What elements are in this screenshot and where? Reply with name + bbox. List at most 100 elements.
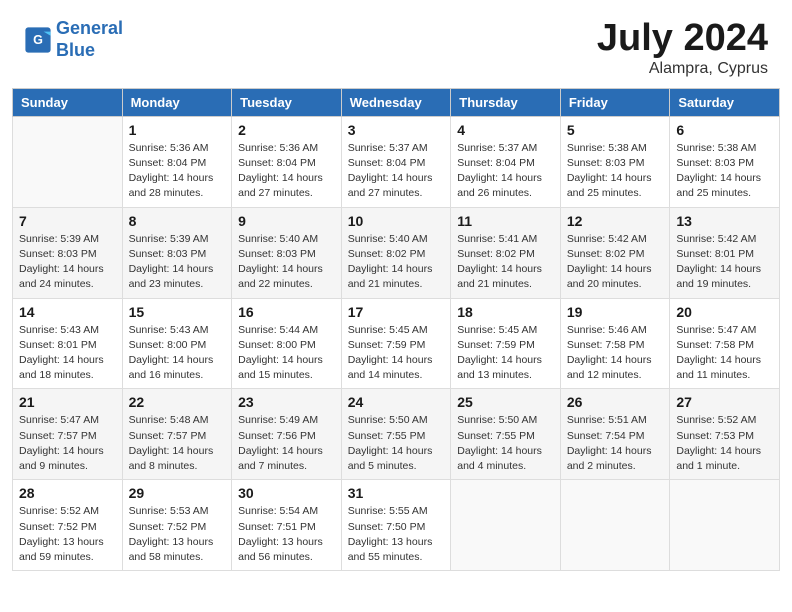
calendar-cell: [451, 480, 561, 571]
calendar-cell: 28Sunrise: 5:52 AM Sunset: 7:52 PM Dayli…: [13, 480, 123, 571]
day-number: 27: [676, 394, 773, 410]
day-info: Sunrise: 5:53 AM Sunset: 7:52 PM Dayligh…: [129, 504, 226, 565]
calendar-cell: 20Sunrise: 5:47 AM Sunset: 7:58 PM Dayli…: [670, 298, 780, 389]
day-number: 12: [567, 213, 664, 229]
calendar-header-monday: Monday: [122, 88, 232, 116]
day-number: 29: [129, 485, 226, 501]
calendar-cell: 29 Sunrise: 5:53 AM Sunset: 7:52 PM Dayli…: [122, 480, 232, 571]
calendar-cell: 7 Sunrise: 5:39 AM Sunset: 8:03 PM Daylig…: [13, 207, 123, 298]
day-number: 3: [348, 122, 445, 138]
day-info: Sunrise: 5:44 AM Sunset: 8:00 PM Dayligh…: [238, 323, 335, 384]
calendar-cell: 5 Sunrise: 5:38 AM Sunset: 8:03 PM Daylig…: [560, 116, 670, 207]
calendar-cell: 24 Sunrise: 5:50 AM Sunset: 7:55 PM Dayli…: [341, 389, 451, 480]
day-number: 11: [457, 213, 554, 229]
calendar-cell: 6 Sunrise: 5:38 AM Sunset: 8:03 PM Daylig…: [670, 116, 780, 207]
day-info: Sunrise: 5:39 AM Sunset: 8:03 PM Dayligh…: [19, 232, 116, 293]
day-number: 14: [19, 304, 116, 320]
day-info: Sunrise: 5:42 AM Sunset: 8:02 PM Dayligh…: [567, 232, 664, 293]
week-row-2: 7 Sunrise: 5:39 AM Sunset: 8:03 PM Daylig…: [13, 207, 780, 298]
calendar-cell: 22 Sunrise: 5:48 AM Sunset: 7:57 PM Dayli…: [122, 389, 232, 480]
day-number: 24: [348, 394, 445, 410]
calendar-table: SundayMondayTuesdayWednesdayThursdayFrid…: [12, 88, 780, 571]
calendar-header-wednesday: Wednesday: [341, 88, 451, 116]
calendar-cell: 13Sunrise: 5:42 AM Sunset: 8:01 PM Dayli…: [670, 207, 780, 298]
day-info: Sunrise: 5:39 AM Sunset: 8:03 PM Dayligh…: [129, 232, 226, 293]
calendar-cell: 11Sunrise: 5:41 AM Sunset: 8:02 PM Dayli…: [451, 207, 561, 298]
day-number: 9: [238, 213, 335, 229]
day-number: 13: [676, 213, 773, 229]
day-number: 23: [238, 394, 335, 410]
day-number: 15: [129, 304, 226, 320]
day-number: 16: [238, 304, 335, 320]
calendar-cell: 4Sunrise: 5:37 AM Sunset: 8:04 PM Daylig…: [451, 116, 561, 207]
day-info: Sunrise: 5:51 AM Sunset: 7:54 PM Dayligh…: [567, 413, 664, 474]
day-info: Sunrise: 5:46 AM Sunset: 7:58 PM Dayligh…: [567, 323, 664, 384]
calendar-cell: 18 Sunrise: 5:45 AM Sunset: 7:59 PM Dayli…: [451, 298, 561, 389]
calendar-cell: 23 Sunrise: 5:49 AM Sunset: 7:56 PM Dayli…: [232, 389, 342, 480]
day-number: 25: [457, 394, 554, 410]
calendar-cell: 3 Sunrise: 5:37 AM Sunset: 8:04 PM Daylig…: [341, 116, 451, 207]
day-info: Sunrise: 5:50 AM Sunset: 7:55 PM Dayligh…: [457, 413, 554, 474]
day-info: Sunrise: 5:48 AM Sunset: 7:57 PM Dayligh…: [129, 413, 226, 474]
day-info: Sunrise: 5:45 AM Sunset: 7:59 PM Dayligh…: [457, 323, 554, 384]
calendar-cell: 9Sunrise: 5:40 AM Sunset: 8:03 PM Daylig…: [232, 207, 342, 298]
day-info: Sunrise: 5:43 AM Sunset: 8:00 PM Dayligh…: [129, 323, 226, 384]
day-info: Sunrise: 5:37 AM Sunset: 8:04 PM Dayligh…: [457, 141, 554, 202]
day-number: 18: [457, 304, 554, 320]
day-info: Sunrise: 5:52 AM Sunset: 7:53 PM Dayligh…: [676, 413, 773, 474]
day-info: Sunrise: 5:43 AM Sunset: 8:01 PM Dayligh…: [19, 323, 116, 384]
logo-line2: Blue: [56, 40, 95, 60]
day-number: 10: [348, 213, 445, 229]
day-number: 1: [129, 122, 226, 138]
calendar-cell: 16 Sunrise: 5:44 AM Sunset: 8:00 PM Dayli…: [232, 298, 342, 389]
day-number: 22: [129, 394, 226, 410]
day-number: 19: [567, 304, 664, 320]
calendar-cell: 25 Sunrise: 5:50 AM Sunset: 7:55 PM Dayli…: [451, 389, 561, 480]
calendar-cell: 15 Sunrise: 5:43 AM Sunset: 8:00 PM Dayli…: [122, 298, 232, 389]
calendar-cell: 8 Sunrise: 5:39 AM Sunset: 8:03 PM Daylig…: [122, 207, 232, 298]
day-number: 7: [19, 213, 116, 229]
calendar-header-sunday: Sunday: [13, 88, 123, 116]
calendar-header-friday: Friday: [560, 88, 670, 116]
day-number: 17: [348, 304, 445, 320]
day-info: Sunrise: 5:55 AM Sunset: 7:50 PM Dayligh…: [348, 504, 445, 565]
day-number: 6: [676, 122, 773, 138]
day-info: Sunrise: 5:50 AM Sunset: 7:55 PM Dayligh…: [348, 413, 445, 474]
day-info: Sunrise: 5:36 AM Sunset: 8:04 PM Dayligh…: [129, 141, 226, 202]
calendar-cell: [560, 480, 670, 571]
calendar-cell: 21Sunrise: 5:47 AM Sunset: 7:57 PM Dayli…: [13, 389, 123, 480]
day-number: 26: [567, 394, 664, 410]
calendar-wrapper: SundayMondayTuesdayWednesdayThursdayFrid…: [0, 88, 792, 583]
day-info: Sunrise: 5:49 AM Sunset: 7:56 PM Dayligh…: [238, 413, 335, 474]
calendar-header-saturday: Saturday: [670, 88, 780, 116]
logo-icon: G: [24, 26, 52, 54]
day-number: 31: [348, 485, 445, 501]
week-row-4: 21Sunrise: 5:47 AM Sunset: 7:57 PM Dayli…: [13, 389, 780, 480]
day-info: Sunrise: 5:36 AM Sunset: 8:04 PM Dayligh…: [238, 141, 335, 202]
location: Alampra, Cyprus: [597, 60, 768, 78]
day-info: Sunrise: 5:38 AM Sunset: 8:03 PM Dayligh…: [567, 141, 664, 202]
day-info: Sunrise: 5:45 AM Sunset: 7:59 PM Dayligh…: [348, 323, 445, 384]
calendar-cell: 12 Sunrise: 5:42 AM Sunset: 8:02 PM Dayli…: [560, 207, 670, 298]
calendar-header-row: SundayMondayTuesdayWednesdayThursdayFrid…: [13, 88, 780, 116]
calendar-cell: 14 Sunrise: 5:43 AM Sunset: 8:01 PM Dayli…: [13, 298, 123, 389]
day-number: 30: [238, 485, 335, 501]
svg-text:G: G: [33, 33, 43, 47]
calendar-cell: 10 Sunrise: 5:40 AM Sunset: 8:02 PM Dayli…: [341, 207, 451, 298]
day-number: 21: [19, 394, 116, 410]
day-info: Sunrise: 5:40 AM Sunset: 8:02 PM Dayligh…: [348, 232, 445, 293]
calendar-cell: 27 Sunrise: 5:52 AM Sunset: 7:53 PM Dayli…: [670, 389, 780, 480]
day-info: Sunrise: 5:37 AM Sunset: 8:04 PM Dayligh…: [348, 141, 445, 202]
calendar-cell: 31 Sunrise: 5:55 AM Sunset: 7:50 PM Dayli…: [341, 480, 451, 571]
title-block: July 2024 Alampra, Cyprus: [597, 18, 768, 78]
calendar-cell: 19 Sunrise: 5:46 AM Sunset: 7:58 PM Dayli…: [560, 298, 670, 389]
day-number: 5: [567, 122, 664, 138]
day-info: Sunrise: 5:54 AM Sunset: 7:51 PM Dayligh…: [238, 504, 335, 565]
day-info: Sunrise: 5:52 AM Sunset: 7:52 PM Dayligh…: [19, 504, 116, 565]
day-number: 20: [676, 304, 773, 320]
calendar-cell: 1 Sunrise: 5:36 AM Sunset: 8:04 PM Daylig…: [122, 116, 232, 207]
calendar-cell: 17 Sunrise: 5:45 AM Sunset: 7:59 PM Dayli…: [341, 298, 451, 389]
day-info: Sunrise: 5:38 AM Sunset: 8:03 PM Dayligh…: [676, 141, 773, 202]
day-number: 8: [129, 213, 226, 229]
logo-line1: General: [56, 18, 123, 38]
